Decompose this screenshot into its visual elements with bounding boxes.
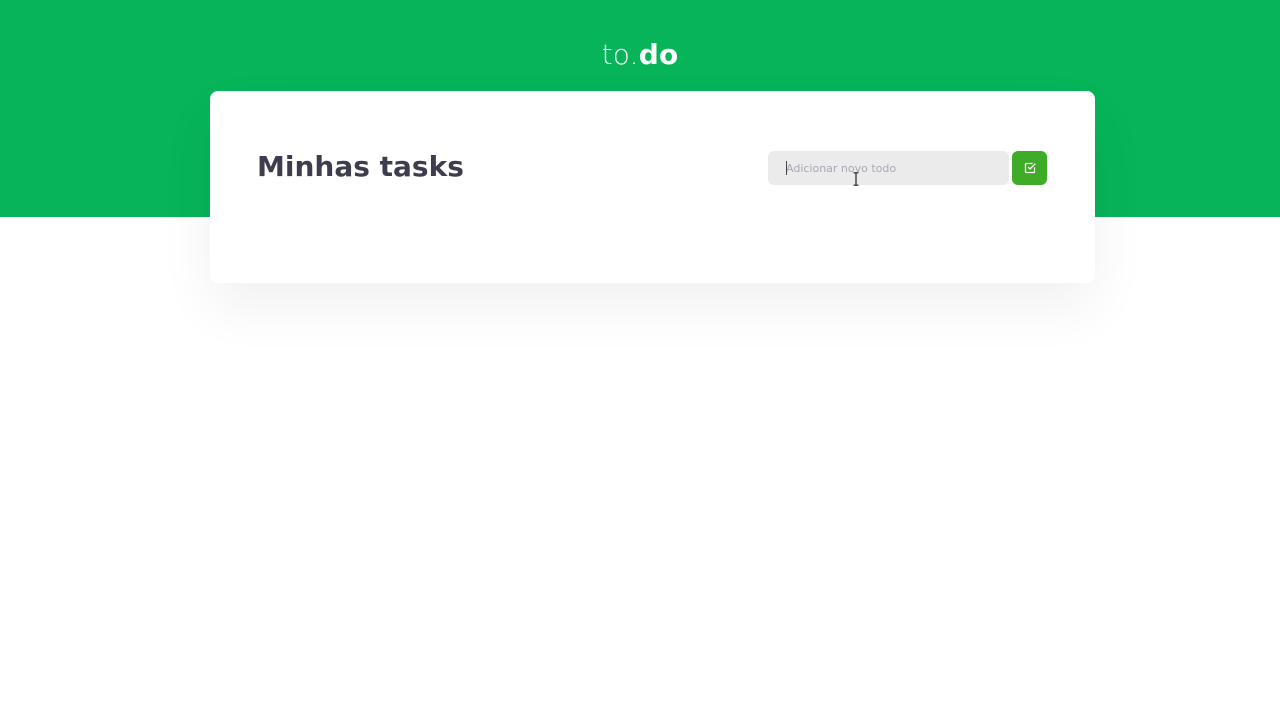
page-title: Minhas tasks [257, 150, 464, 183]
app-logo: to.do [0, 36, 1280, 74]
tasks-card: Minhas tasks [210, 91, 1095, 283]
text-cursor-icon [853, 171, 859, 186]
new-todo-input[interactable] [768, 151, 1009, 185]
text-caret [786, 161, 787, 175]
new-todo-form [768, 151, 1047, 185]
check-square-icon [1024, 162, 1036, 174]
logo-prefix: to. [601, 38, 639, 71]
logo-suffix: do [638, 38, 679, 71]
add-todo-button[interactable] [1012, 151, 1047, 185]
